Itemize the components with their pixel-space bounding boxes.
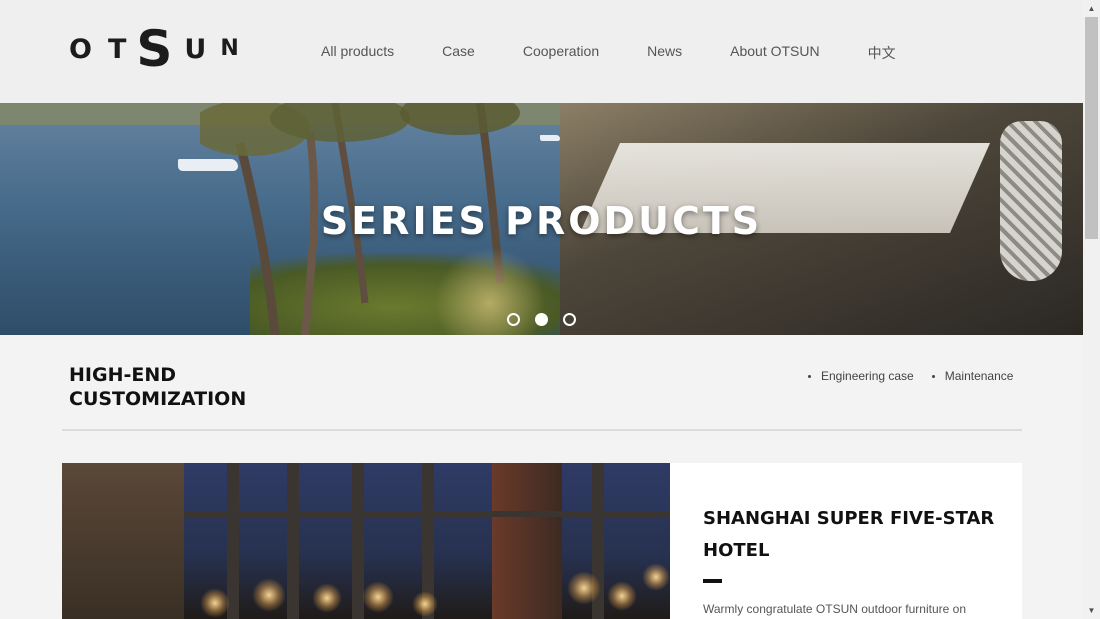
main-nav: All products Case Cooperation News About…: [321, 43, 896, 63]
candle-light: [642, 563, 670, 591]
link-engineering-case[interactable]: Engineering case: [808, 369, 914, 383]
candle-light: [312, 583, 342, 613]
candle-light: [252, 578, 286, 612]
section-title: HIGH-END CUSTOMIZATION: [69, 363, 309, 411]
case-title[interactable]: SHANGHAI SUPER FIVE-STAR HOTEL: [703, 503, 1003, 567]
logo-letter: U: [184, 33, 207, 65]
case-image-wall: [62, 463, 184, 619]
hero-banner[interactable]: SERIES PRODUCTS: [0, 103, 1083, 335]
logo-letter: T: [107, 33, 127, 65]
case-image-right-wall: [492, 463, 562, 619]
carousel-dots: [507, 313, 591, 326]
carousel-dot-2[interactable]: [535, 313, 548, 326]
site-header: O T S U N All products Case Cooperation …: [0, 0, 1083, 103]
case-image[interactable]: [62, 463, 670, 619]
candle-light: [412, 591, 438, 617]
logo-letter: S: [136, 20, 173, 78]
case-card[interactable]: SHANGHAI SUPER FIVE-STAR HOTEL Warmly co…: [670, 463, 1022, 619]
candle-light: [200, 588, 230, 618]
link-maintenance[interactable]: Maintenance: [931, 369, 1014, 383]
carousel-dot-3[interactable]: [563, 313, 576, 326]
section-links: Engineering case Maintenance: [808, 369, 1013, 383]
case-image-column: [227, 463, 239, 619]
hero-boat: [540, 135, 560, 141]
candle-light: [567, 571, 601, 605]
triangle-down-icon[interactable]: ▼: [1083, 602, 1100, 619]
hero-title: SERIES PRODUCTS: [320, 199, 763, 243]
vertical-scrollbar[interactable]: ▲ ▼: [1083, 0, 1100, 619]
logo-letter: O: [69, 33, 92, 65]
case-description: Warmly congratulate OTSUN outdoor furnit…: [703, 602, 966, 616]
nav-cooperation[interactable]: Cooperation: [523, 43, 599, 63]
scrollbar-thumb[interactable]: [1085, 17, 1098, 239]
link-label: Engineering case: [821, 369, 914, 383]
section-divider: [62, 429, 1022, 431]
carousel-dot-1[interactable]: [507, 313, 520, 326]
section-title-line1: HIGH-END: [69, 364, 177, 386]
triangle-up-icon[interactable]: ▲: [1083, 0, 1100, 17]
section-title-line2: CUSTOMIZATION: [69, 388, 247, 410]
nav-case[interactable]: Case: [442, 43, 475, 63]
logo-letter: N: [220, 36, 239, 61]
otsun-logo[interactable]: O T S U N: [69, 24, 239, 74]
nav-all-products[interactable]: All products: [321, 43, 394, 63]
case-image-column: [287, 463, 299, 619]
link-label: Maintenance: [944, 369, 1014, 383]
nav-language[interactable]: 中文: [868, 43, 896, 63]
nav-news[interactable]: News: [647, 43, 682, 63]
candle-light: [607, 581, 637, 611]
nav-about[interactable]: About OTSUN: [730, 43, 819, 63]
bullet-icon: [808, 375, 811, 379]
bullet-icon: [931, 375, 935, 379]
case-title-underline: [703, 579, 722, 583]
candle-light: [362, 581, 394, 613]
